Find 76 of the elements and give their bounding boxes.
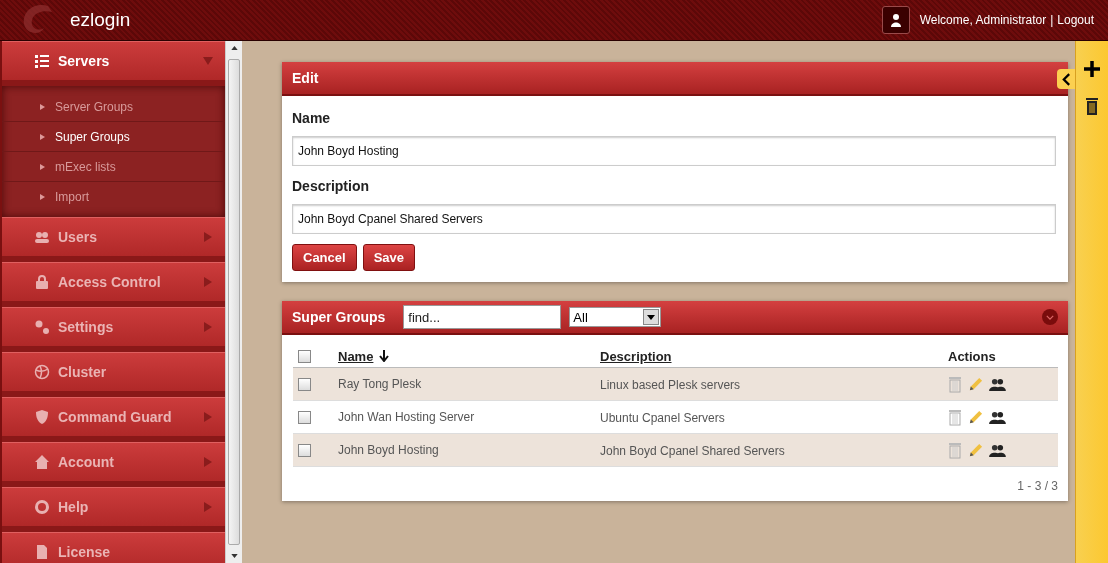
menu-label: Users <box>58 229 98 245</box>
table-cell: Ray Tong Plesk <box>338 377 422 391</box>
name-column-header[interactable]: Name <box>338 348 374 364</box>
list-icon <box>34 53 50 69</box>
triangle-icon <box>40 103 45 110</box>
sidebar-menu-item[interactable]: Account <box>2 442 226 487</box>
row-checkbox[interactable] <box>298 410 311 424</box>
lifebuoy-icon <box>34 499 50 515</box>
menu-label: Settings <box>58 319 115 335</box>
description-column-header[interactable]: Description <box>600 349 672 364</box>
sidebar-menu-item[interactable]: Settings <box>2 307 226 352</box>
menu-label: Access Control <box>58 274 162 290</box>
sidebar-menu-item[interactable]: Servers <box>2 41 226 86</box>
triangle-icon <box>40 193 45 200</box>
logout-link[interactable]: Logout <box>1057 13 1094 27</box>
triangle-icon <box>40 133 45 140</box>
scroll-up-icon[interactable] <box>230 46 238 50</box>
users-icon[interactable] <box>989 377 1006 391</box>
menu-label: Cluster <box>58 364 108 380</box>
sidebar-menu-item[interactable]: Access Control <box>2 262 226 307</box>
gears-icon <box>34 319 50 335</box>
menu-label: Help <box>58 499 90 515</box>
scrollbar[interactable] <box>225 41 242 563</box>
panel-title: Super Groups <box>292 309 386 325</box>
pagination-text: 1 - 3 / 3 <box>1017 479 1058 493</box>
sidebar-menu-item[interactable]: License <box>2 532 226 563</box>
table-cell: Ubuntu Cpanel Servers <box>600 411 725 425</box>
welcome-text: Welcome, Administrator <box>919 13 1047 27</box>
table-cell: John Boyd Cpanel Shared Servers <box>600 444 785 458</box>
menu-label: Command Guard <box>58 409 173 425</box>
panel-title: Edit <box>292 70 319 86</box>
sidebar-menu-item[interactable]: Cluster <box>2 352 226 397</box>
input-field[interactable]: John Boyd Cpanel Shared Servers <box>292 204 1056 234</box>
house-icon <box>34 454 50 470</box>
sidebar-menu-item[interactable]: Command Guard <box>2 397 226 442</box>
actions-column-header: Actions <box>948 349 996 364</box>
pencil-icon[interactable] <box>968 409 983 425</box>
pencil-icon[interactable] <box>968 376 983 392</box>
scroll-down-icon[interactable] <box>230 554 238 558</box>
pencil-icon[interactable] <box>968 442 983 458</box>
field-label: Description <box>292 178 370 194</box>
table-cell: John Boyd Hosting <box>338 443 439 457</box>
collapse-icon[interactable] <box>1042 309 1058 325</box>
field-label: Name <box>292 110 332 126</box>
save-button[interactable]: Save <box>362 244 415 271</box>
sidebar-menu-item[interactable]: Users <box>2 217 226 262</box>
row-checkbox[interactable] <box>298 377 311 391</box>
table-cell: John Wan Hosting Server <box>338 410 475 424</box>
app-name: ezlogin <box>70 9 131 31</box>
menu-label: Account <box>58 454 115 470</box>
cancel-button[interactable]: Cancel <box>292 244 357 271</box>
caret-icon[interactable] <box>643 309 660 325</box>
users-icon[interactable] <box>989 410 1006 424</box>
plus-icon[interactable] <box>1084 61 1100 77</box>
trash-icon[interactable] <box>1085 97 1099 115</box>
sidebar-menu-item[interactable]: Help <box>2 487 226 532</box>
table-cell: Linux based Plesk servers <box>600 378 741 392</box>
ball-icon <box>34 364 50 380</box>
users-icon[interactable] <box>989 443 1006 457</box>
separator-text: | <box>1050 13 1054 27</box>
padlock-icon <box>34 274 50 290</box>
users-icon <box>34 229 50 245</box>
menu-label: Servers <box>58 53 111 69</box>
chevron-left-icon[interactable] <box>1057 69 1075 89</box>
down-arrow-icon <box>379 350 390 362</box>
filter-dropdown[interactable]: All <box>569 307 662 327</box>
input-field[interactable]: John Boyd Hosting <box>292 136 1056 166</box>
row-checkbox[interactable] <box>298 443 311 457</box>
select-all-checkbox[interactable] <box>298 349 311 363</box>
shield-icon <box>34 409 50 425</box>
triangle-icon <box>40 163 45 170</box>
submenu-item[interactable]: Import <box>2 182 226 211</box>
menu-label: License <box>58 544 112 560</box>
user-avatar-icon <box>881 6 910 34</box>
document-icon <box>34 544 50 560</box>
search-field[interactable]: find... <box>403 305 562 329</box>
